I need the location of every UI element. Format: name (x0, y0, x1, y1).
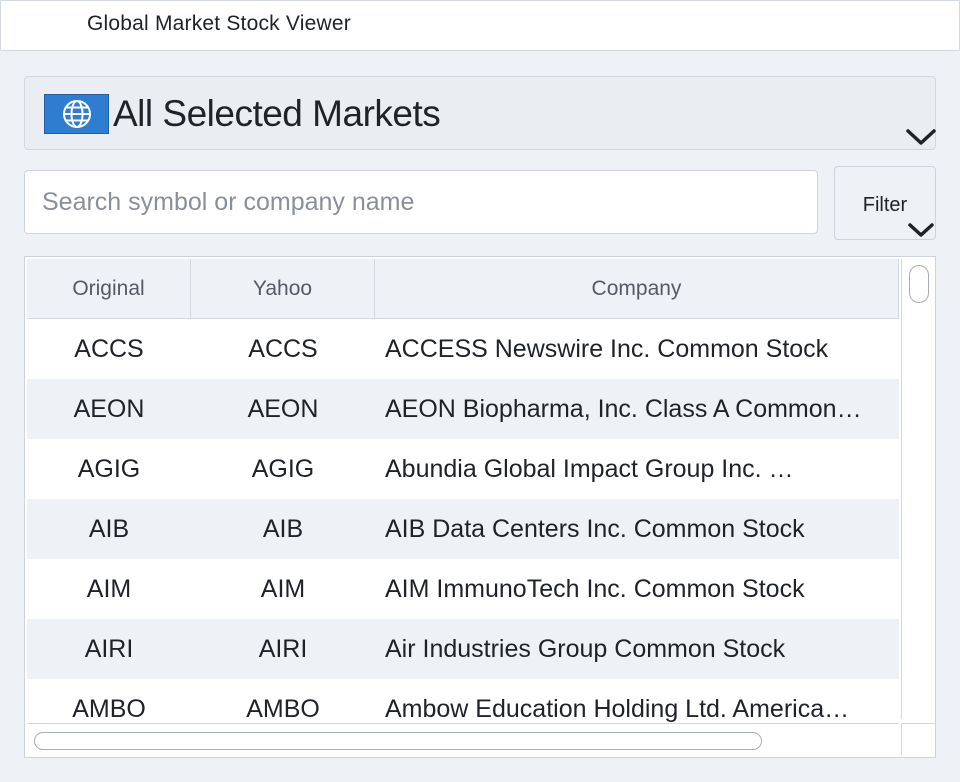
search-input[interactable] (24, 170, 818, 234)
filter-button[interactable]: Filter (834, 166, 936, 240)
cell-yahoo: AIRI (258, 634, 308, 663)
cell-company: AIB Data Centers Inc. Common Stock (385, 514, 805, 543)
cell-yahoo: AMBO (246, 694, 320, 723)
table-row[interactable]: AIM AIM AIM ImmunoTech Inc. Common Stock (27, 559, 899, 619)
cell-original: AMBO (72, 694, 146, 723)
scrollbar-corner (901, 723, 935, 755)
table-body: ACCS ACCS ACCESS Newswire Inc. Common St… (27, 319, 899, 723)
table-row[interactable]: AIB AIB AIB Data Centers Inc. Common Sto… (27, 499, 899, 559)
table-row[interactable]: AMBO AMBO Ambow Education Holding Ltd. A… (27, 679, 899, 723)
cell-company: Air Industries Group Common Stock (385, 634, 786, 663)
cell-original: AIB (88, 514, 130, 543)
table-row[interactable]: AEON AEON AEON Biopharma, Inc. Class A C… (27, 379, 899, 439)
globe-icon (44, 94, 109, 134)
cell-company: Abundia Global Impact Group Inc. … (385, 454, 794, 483)
cell-original: AGIG (77, 454, 141, 483)
cell-yahoo: AIM (260, 574, 306, 603)
app-title: Global Market Stock Viewer (87, 12, 351, 35)
stock-table: Original Yahoo Company ACCS ACCS ACCESS … (24, 256, 936, 758)
cell-company: Ambow Education Holding Ltd. America… (385, 694, 850, 723)
horizontal-scrollbar-thumb[interactable] (34, 732, 762, 750)
cell-original: AEON (73, 394, 145, 423)
vertical-scrollbar-thumb[interactable] (909, 265, 929, 303)
cell-original: AIRI (84, 634, 134, 663)
cell-company: AIM ImmunoTech Inc. Common Stock (385, 574, 805, 603)
vertical-scrollbar[interactable] (901, 259, 935, 719)
cell-company: AEON Biopharma, Inc. Class A Common… (385, 394, 862, 423)
chevron-down-icon (906, 129, 936, 145)
market-selector-dropdown[interactable]: All Selected Markets (24, 76, 936, 150)
table-row[interactable]: ACCS ACCS ACCESS Newswire Inc. Common St… (27, 319, 899, 379)
table-row[interactable]: AGIG AGIG Abundia Global Impact Group In… (27, 439, 899, 499)
column-header-company[interactable]: Company (375, 259, 899, 318)
cell-yahoo: ACCS (248, 334, 318, 363)
column-header-original[interactable]: Original (27, 259, 191, 318)
market-selector-label: All Selected Markets (113, 93, 441, 134)
chevron-down-icon (908, 223, 934, 237)
horizontal-scrollbar[interactable] (27, 723, 899, 755)
cell-original: ACCS (74, 334, 144, 363)
cell-yahoo: AGIG (251, 454, 315, 483)
table-row[interactable]: AIRI AIRI Air Industries Group Common St… (27, 619, 899, 679)
title-bar: Global Market Stock Viewer (0, 0, 960, 51)
column-header-yahoo[interactable]: Yahoo (191, 259, 375, 318)
cell-original: AIM (86, 574, 132, 603)
cell-yahoo: AEON (247, 394, 319, 423)
cell-company: ACCESS Newswire Inc. Common Stock (385, 334, 829, 363)
table-header: Original Yahoo Company (27, 259, 899, 319)
cell-yahoo: AIB (262, 514, 304, 543)
filter-label: Filter (862, 194, 908, 216)
